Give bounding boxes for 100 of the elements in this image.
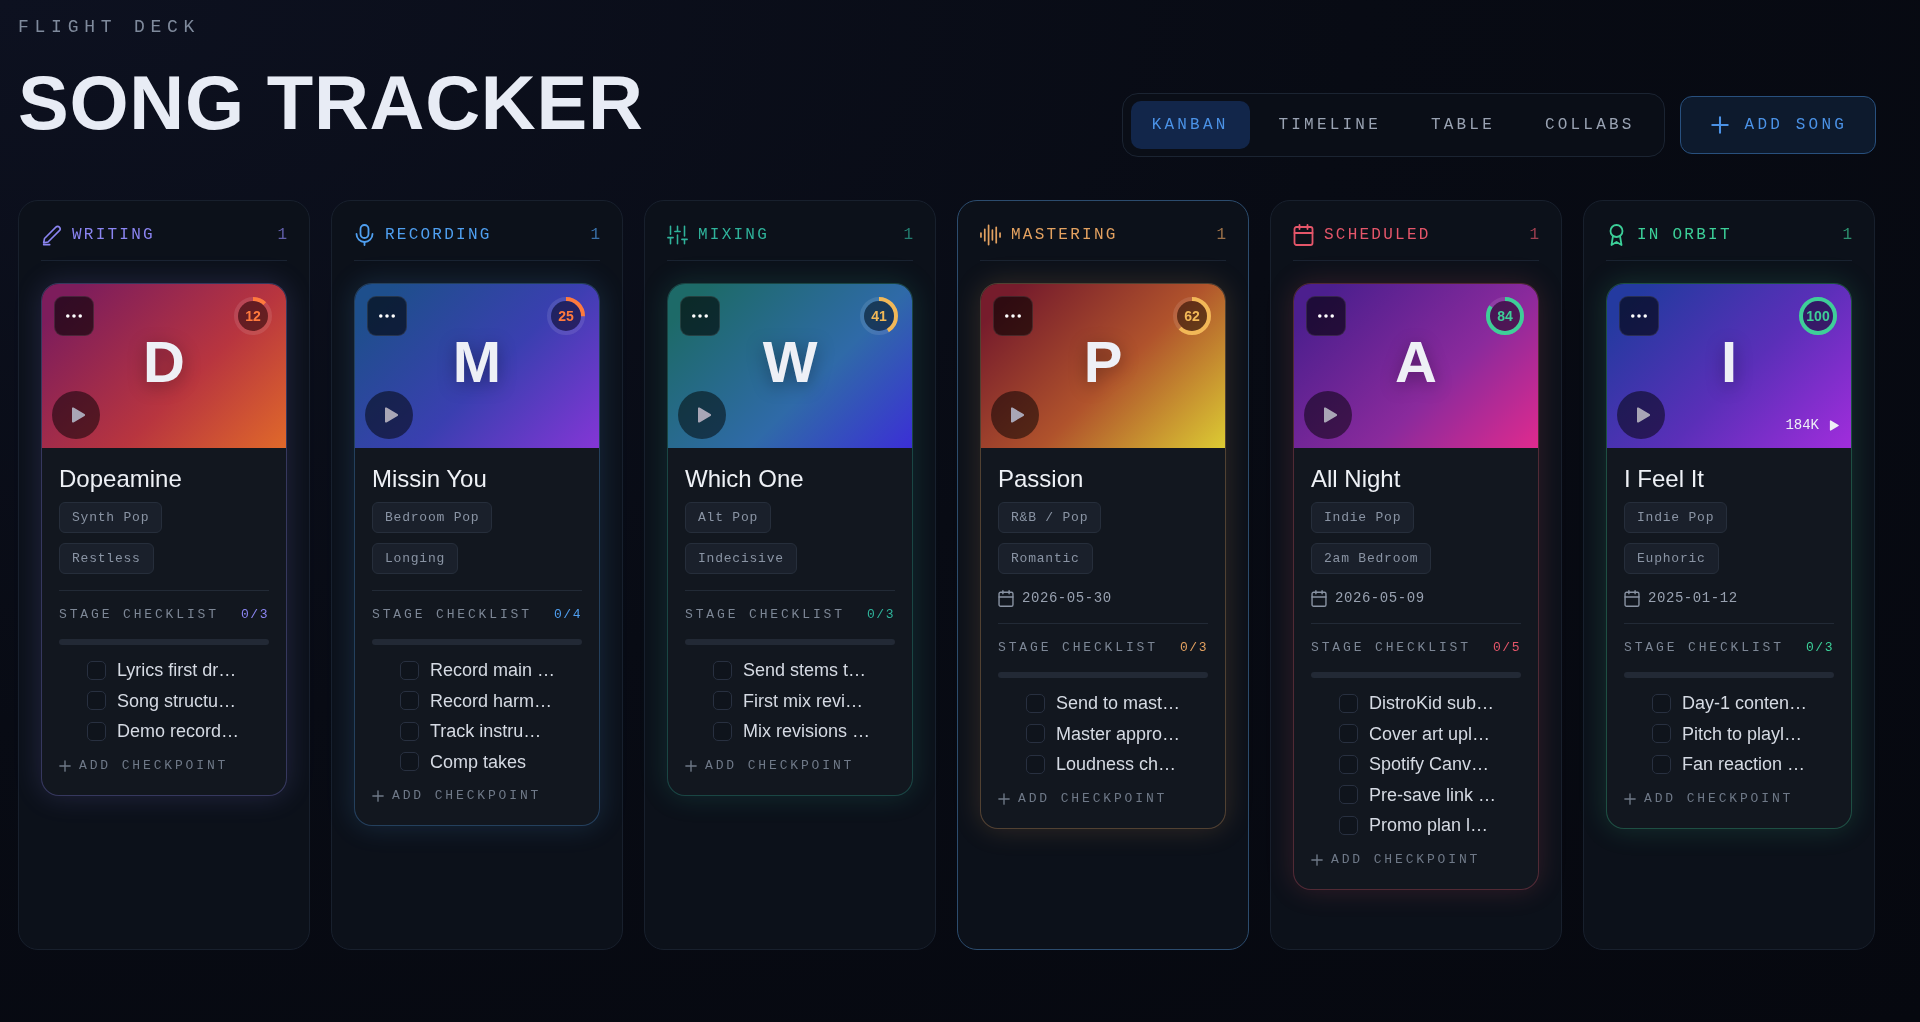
- calendar-icon: [998, 589, 1014, 607]
- progress-value: 12: [238, 301, 268, 331]
- checklist-count: 0/4: [553, 606, 582, 624]
- play-button[interactable]: [52, 391, 100, 439]
- view-tab[interactable]: TIMELINE: [1257, 101, 1402, 149]
- column-count: 1: [590, 224, 600, 246]
- cover-letter: A: [1395, 332, 1437, 392]
- checkbox[interactable]: [1652, 754, 1671, 774]
- checklist-label: STAGE CHECKLIST: [59, 606, 219, 624]
- checklist-count: 0/3: [866, 606, 895, 624]
- checkbox[interactable]: [713, 660, 732, 680]
- checkbox[interactable]: [400, 660, 419, 680]
- checklist-item: Send to mast…: [1056, 692, 1181, 716]
- checkbox[interactable]: [87, 721, 106, 741]
- view-tab[interactable]: TABLE: [1409, 101, 1516, 149]
- checkbox[interactable]: [87, 691, 106, 711]
- cover-letter: W: [762, 332, 818, 392]
- column-count: 1: [1216, 224, 1226, 246]
- plus-icon: [59, 759, 71, 772]
- column-count: 1: [903, 224, 913, 246]
- progress-value: 62: [1177, 301, 1207, 331]
- column-count: 1: [1842, 224, 1852, 246]
- song-title: Dopeamine: [59, 464, 183, 494]
- checkbox[interactable]: [87, 660, 106, 680]
- tag: Longing: [372, 543, 459, 574]
- checkbox[interactable]: [400, 691, 419, 711]
- cover-letter: M: [452, 332, 502, 392]
- checkbox[interactable]: [1026, 724, 1045, 744]
- checklist-item: Day-1 conten…: [1682, 692, 1808, 716]
- checkbox[interactable]: [1026, 693, 1045, 713]
- add-checkpoint-button[interactable]: ADD CHECKPOINT: [1624, 788, 1794, 809]
- add-checkpoint-button[interactable]: ADD CHECKPOINT: [998, 788, 1168, 809]
- checklist-label: STAGE CHECKLIST: [998, 639, 1158, 657]
- checkbox[interactable]: [1652, 724, 1671, 744]
- release-date: 2026-05-30: [1022, 589, 1112, 608]
- view-tab[interactable]: KANBAN: [1130, 101, 1250, 149]
- checklist-label: STAGE CHECKLIST: [685, 606, 845, 624]
- more-button[interactable]: [367, 296, 407, 336]
- checklist-item: Pitch to playl…: [1682, 722, 1803, 746]
- checkbox[interactable]: [1026, 754, 1045, 774]
- checklist-item: Send stems t…: [743, 659, 867, 683]
- checklist-item: Master appro…: [1056, 722, 1181, 746]
- more-button[interactable]: [1619, 296, 1659, 336]
- view-tab[interactable]: COLLABS: [1523, 101, 1656, 149]
- checklist-item: Loudness ch…: [1056, 753, 1177, 777]
- checklist-item: Record main …: [430, 659, 556, 683]
- add-song-button[interactable]: ADD SONG: [1679, 96, 1876, 154]
- tag: Restless: [59, 543, 154, 574]
- checkbox[interactable]: [400, 752, 419, 772]
- column-title: MIXING: [698, 224, 770, 246]
- play-button[interactable]: [1617, 391, 1665, 439]
- checkbox[interactable]: [1339, 815, 1358, 835]
- column-title: WRITING: [72, 224, 155, 246]
- add-checkpoint-button[interactable]: ADD CHECKPOINT: [1311, 849, 1481, 870]
- checklist-label: STAGE CHECKLIST: [1311, 639, 1471, 657]
- ellipsis-icon: [66, 314, 82, 318]
- checklist-item: First mix revi…: [743, 689, 863, 713]
- checkbox[interactable]: [1339, 724, 1358, 744]
- column-title: MASTERING: [1011, 224, 1118, 246]
- eyebrow-label: FLIGHT DECK: [18, 16, 201, 39]
- play-icon: [1322, 407, 1337, 423]
- play-button[interactable]: [365, 391, 413, 439]
- checklist-label: STAGE CHECKLIST: [372, 606, 532, 624]
- song-title: I Feel It: [1624, 464, 1706, 494]
- play-button[interactable]: [1304, 391, 1352, 439]
- checkbox[interactable]: [1339, 754, 1358, 774]
- checkbox[interactable]: [1339, 693, 1358, 713]
- microphone-icon: [354, 223, 375, 246]
- play-icon: [70, 407, 85, 423]
- progress-value: 25: [551, 301, 581, 331]
- more-button[interactable]: [1306, 296, 1346, 336]
- tag: 2am Bedroom: [1311, 543, 1432, 574]
- checkbox[interactable]: [1652, 693, 1671, 713]
- add-checkpoint-button[interactable]: ADD CHECKPOINT: [59, 755, 229, 776]
- ellipsis-icon: [379, 314, 395, 318]
- cover-letter: D: [143, 332, 185, 392]
- tag: Alt Pop: [685, 502, 772, 533]
- song-title: Missin You: [372, 464, 488, 494]
- progress-value: 84: [1490, 301, 1520, 331]
- checklist-count: 0/3: [1805, 639, 1834, 657]
- pen-icon: [41, 223, 62, 246]
- sliders-icon: [667, 223, 688, 246]
- tag: R&B / Pop: [998, 502, 1102, 533]
- plus-icon: [1624, 792, 1636, 805]
- checkbox[interactable]: [1339, 785, 1358, 805]
- tag: Indecisive: [685, 543, 797, 574]
- tag: Bedroom Pop: [372, 502, 493, 533]
- play-button[interactable]: [991, 391, 1039, 439]
- tag: Euphoric: [1624, 543, 1719, 574]
- add-checkpoint-button[interactable]: ADD CHECKPOINT: [685, 755, 855, 776]
- add-checkpoint-button[interactable]: ADD CHECKPOINT: [372, 786, 542, 806]
- play-button[interactable]: [678, 391, 726, 439]
- checklist-item: Spotify Canv…: [1369, 753, 1490, 777]
- checkbox[interactable]: [713, 691, 732, 711]
- more-button[interactable]: [54, 296, 94, 336]
- checkbox[interactable]: [713, 721, 732, 741]
- checkbox[interactable]: [400, 721, 419, 741]
- more-button[interactable]: [993, 296, 1033, 336]
- more-button[interactable]: [680, 296, 720, 336]
- ellipsis-icon: [1631, 314, 1647, 318]
